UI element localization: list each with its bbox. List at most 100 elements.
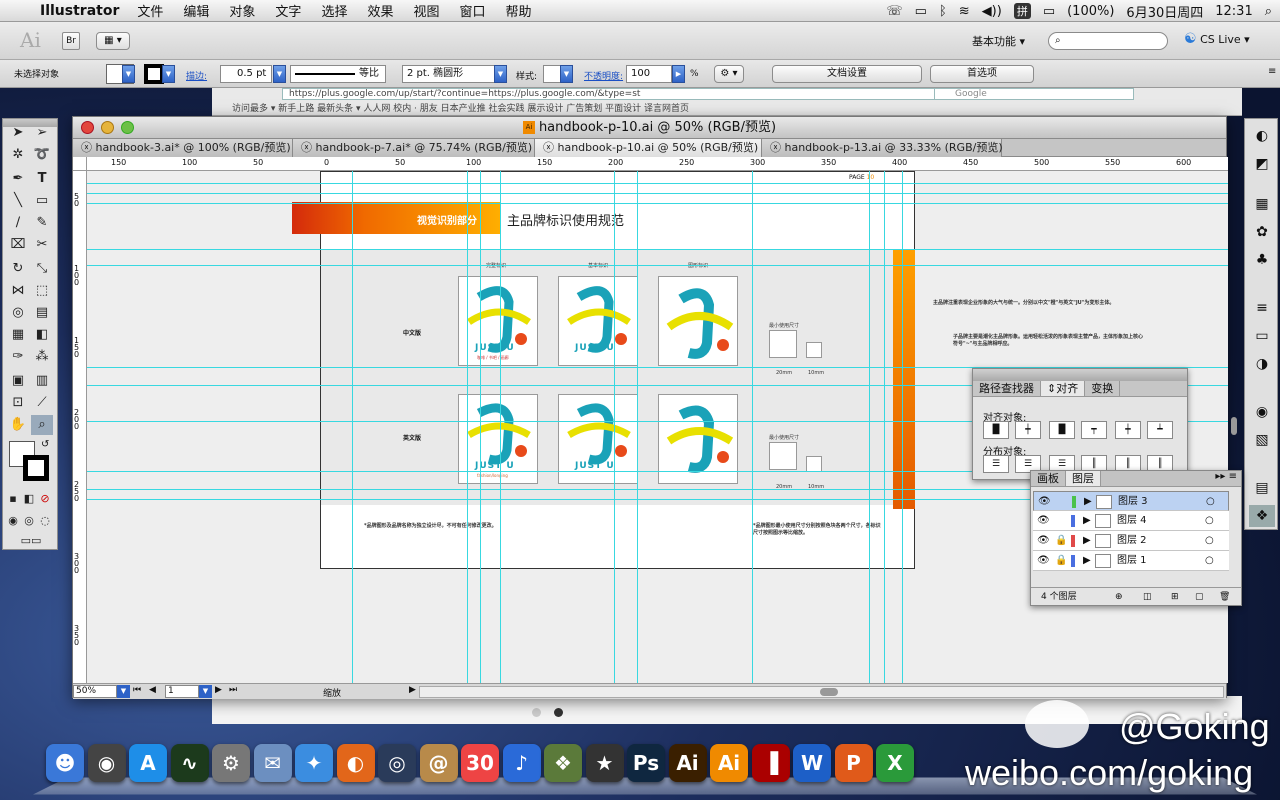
gradient-panel-icon[interactable]: ▭: [1249, 325, 1275, 347]
gradient-mode-icon[interactable]: ◧: [21, 489, 37, 509]
menu-date[interactable]: 6月30日周四: [1126, 2, 1203, 21]
opacity-dropdown[interactable]: ▶: [672, 65, 685, 83]
symbols-panel-icon[interactable]: ♣: [1249, 249, 1275, 271]
new-layer-icon[interactable]: ▢: [1195, 588, 1204, 606]
stroke-weight-field[interactable]: 0.5 pt: [220, 65, 272, 83]
spotlight-icon[interactable]: ⌕: [1265, 4, 1272, 19]
ruler-guide[interactable]: [480, 171, 481, 683]
browser-search-field[interactable]: Google: [934, 88, 1134, 100]
eyedropper-tool-icon[interactable]: ✑: [7, 347, 29, 367]
expand-arrow-icon[interactable]: ▶: [1083, 551, 1091, 571]
tab-align[interactable]: ⇕对齐: [1041, 381, 1086, 396]
menu-edit[interactable]: 编辑: [183, 1, 209, 20]
document-title-bar[interactable]: Ai handbook-p-10.ai @ 50% (RGB/预览): [73, 117, 1226, 139]
distribute-top-icon[interactable]: ☰: [983, 455, 1009, 473]
doc-tab-4[interactable]: ⓧ handbook-p-13.ai @ 33.33% (RGB/预览): [762, 139, 1003, 157]
ruler-origin[interactable]: [73, 157, 87, 171]
zoom-tool-icon[interactable]: ⌕: [31, 415, 53, 435]
ruler-guide[interactable]: [500, 171, 501, 683]
ruler-guide[interactable]: [87, 183, 1228, 184]
lock-icon[interactable]: 🔒: [1055, 531, 1067, 551]
visibility-eye-icon[interactable]: 👁: [1037, 551, 1050, 571]
blob-brush-tool-icon[interactable]: ⌧: [7, 235, 29, 255]
layer-row-1[interactable]: 👁 🔒 ▶ 图层 1 ○: [1033, 551, 1229, 571]
panel-menu-icon[interactable]: ≡: [1268, 66, 1276, 77]
layer-target-icon[interactable]: ○: [1205, 511, 1214, 531]
column-graph-tool-icon[interactable]: ▥: [31, 371, 53, 391]
mesh-tool-icon[interactable]: ▦: [7, 325, 29, 345]
menu-effect[interactable]: 效果: [367, 1, 393, 20]
expand-arrow-icon[interactable]: ▶: [1083, 511, 1091, 531]
dock-app-flash-icon[interactable]: ▐: [751, 744, 790, 782]
close-window-button[interactable]: [81, 121, 94, 134]
recolor-artwork-button[interactable]: ⚙ ▾: [714, 65, 744, 83]
dock-app-iphoto-icon[interactable]: ❖: [544, 744, 582, 782]
tab-transform[interactable]: 变换: [1085, 381, 1121, 396]
rotate-tool-icon[interactable]: ↻: [7, 259, 29, 279]
pager-dot[interactable]: [532, 708, 541, 717]
ruler-guide[interactable]: [902, 171, 903, 683]
dock-app-illustrator-icon[interactable]: Ai: [668, 744, 707, 782]
doc-tab-1[interactable]: ⓧ handbook-3.ai* @ 100% (RGB/预览): [73, 139, 293, 157]
dock-app-safari-icon[interactable]: ✦: [295, 744, 333, 782]
ruler-guide[interactable]: [87, 203, 1228, 204]
layer-target-icon[interactable]: ○: [1205, 551, 1214, 571]
ruler-guide[interactable]: [87, 265, 1228, 266]
next-artboard-button[interactable]: ▶: [215, 685, 222, 695]
expand-arrow-icon[interactable]: ▶: [1083, 531, 1091, 551]
cs-live-button[interactable]: ☯ CS Live ▾: [1184, 31, 1250, 47]
width-tool-icon[interactable]: ⋈: [7, 281, 29, 301]
pen-tool-icon[interactable]: ✒: [7, 169, 29, 189]
logo-full-chinese[interactable]: JUST U 咖啡 / 书吧 / 画廊: [458, 276, 538, 366]
preferences-button[interactable]: 首选项: [930, 65, 1034, 83]
color-mode-icon[interactable]: ▪: [5, 489, 21, 509]
layer-target-icon[interactable]: ○: [1206, 492, 1215, 512]
none-mode-icon[interactable]: ⊘: [37, 489, 53, 509]
search-help-field[interactable]: ⌕: [1048, 32, 1168, 50]
dock-app-system-preferences-icon[interactable]: ⚙: [212, 744, 250, 782]
dock-app-photoshop-icon[interactable]: Ps: [627, 744, 665, 782]
ruler-guide[interactable]: [869, 171, 870, 683]
layer-target-icon[interactable]: ○: [1205, 531, 1214, 551]
phone-icon[interactable]: ☏: [886, 4, 902, 19]
input-method-icon[interactable]: 拼: [1013, 3, 1031, 19]
ruler-guide[interactable]: [467, 171, 468, 683]
menu-file[interactable]: 文件: [137, 1, 163, 20]
brush-definition[interactable]: 2 pt. 椭圆形: [402, 65, 506, 83]
scissors-tool-icon[interactable]: ✂: [31, 235, 53, 255]
dock-app-imovie-icon[interactable]: ★: [585, 744, 624, 782]
layer-row-2[interactable]: 👁 🔒 ▶ 图层 2 ○: [1033, 531, 1229, 551]
dock-app-activity-monitor-icon[interactable]: ∿: [170, 744, 209, 782]
delete-layer-icon[interactable]: 🗑: [1219, 588, 1230, 606]
visibility-eye-icon[interactable]: 👁: [1037, 511, 1050, 531]
stroke-panel-icon[interactable]: ≡: [1249, 297, 1275, 319]
lasso-tool-icon[interactable]: ➰: [31, 145, 53, 165]
tab-layers[interactable]: 图层: [1066, 471, 1101, 486]
align-panel-header[interactable]: [973, 369, 1187, 381]
artboard-number-field[interactable]: 1: [165, 685, 199, 698]
artboard-tool-icon[interactable]: ⊡: [7, 393, 29, 413]
ruler-guide[interactable]: [614, 171, 615, 683]
artboard[interactable]: PAGE 10 视觉识别部分 主品牌标识使用规范 完整标识 基本标识 图形标识 …: [292, 171, 915, 569]
opacity-field[interactable]: 100: [626, 65, 672, 83]
document-setup-button[interactable]: 文档设置: [772, 65, 922, 83]
stroke-label[interactable]: 描边:: [186, 69, 207, 82]
horizontal-scroll-thumb[interactable]: [820, 688, 838, 696]
bluetooth-icon[interactable]: ᛒ: [939, 4, 947, 19]
vertical-scroll-thumb[interactable]: [1231, 417, 1237, 435]
prev-artboard-button[interactable]: ◀: [149, 685, 156, 695]
type-tool-icon[interactable]: T: [31, 169, 53, 189]
doc-tab-3-active[interactable]: ⓧ handbook-p-10.ai @ 50% (RGB/预览): [535, 139, 762, 157]
ruler-guide[interactable]: [352, 171, 353, 683]
artboard-dropdown[interactable]: ▼: [199, 685, 212, 698]
tab-pathfinder[interactable]: 路径查找器: [973, 381, 1041, 396]
visibility-eye-icon[interactable]: 👁: [1037, 531, 1050, 551]
align-hcenter-icon[interactable]: ┿: [1015, 421, 1041, 439]
menu-view[interactable]: 视图: [413, 1, 439, 20]
tab-close-icon[interactable]: ⓧ: [81, 141, 96, 154]
status-menu-arrow[interactable]: ▶: [409, 685, 416, 695]
graphic-style-dropdown[interactable]: ▼: [560, 65, 573, 83]
draw-inside-icon[interactable]: ◌: [37, 511, 53, 531]
menu-window[interactable]: 窗口: [459, 1, 485, 20]
draw-normal-icon[interactable]: ◉: [5, 511, 21, 531]
